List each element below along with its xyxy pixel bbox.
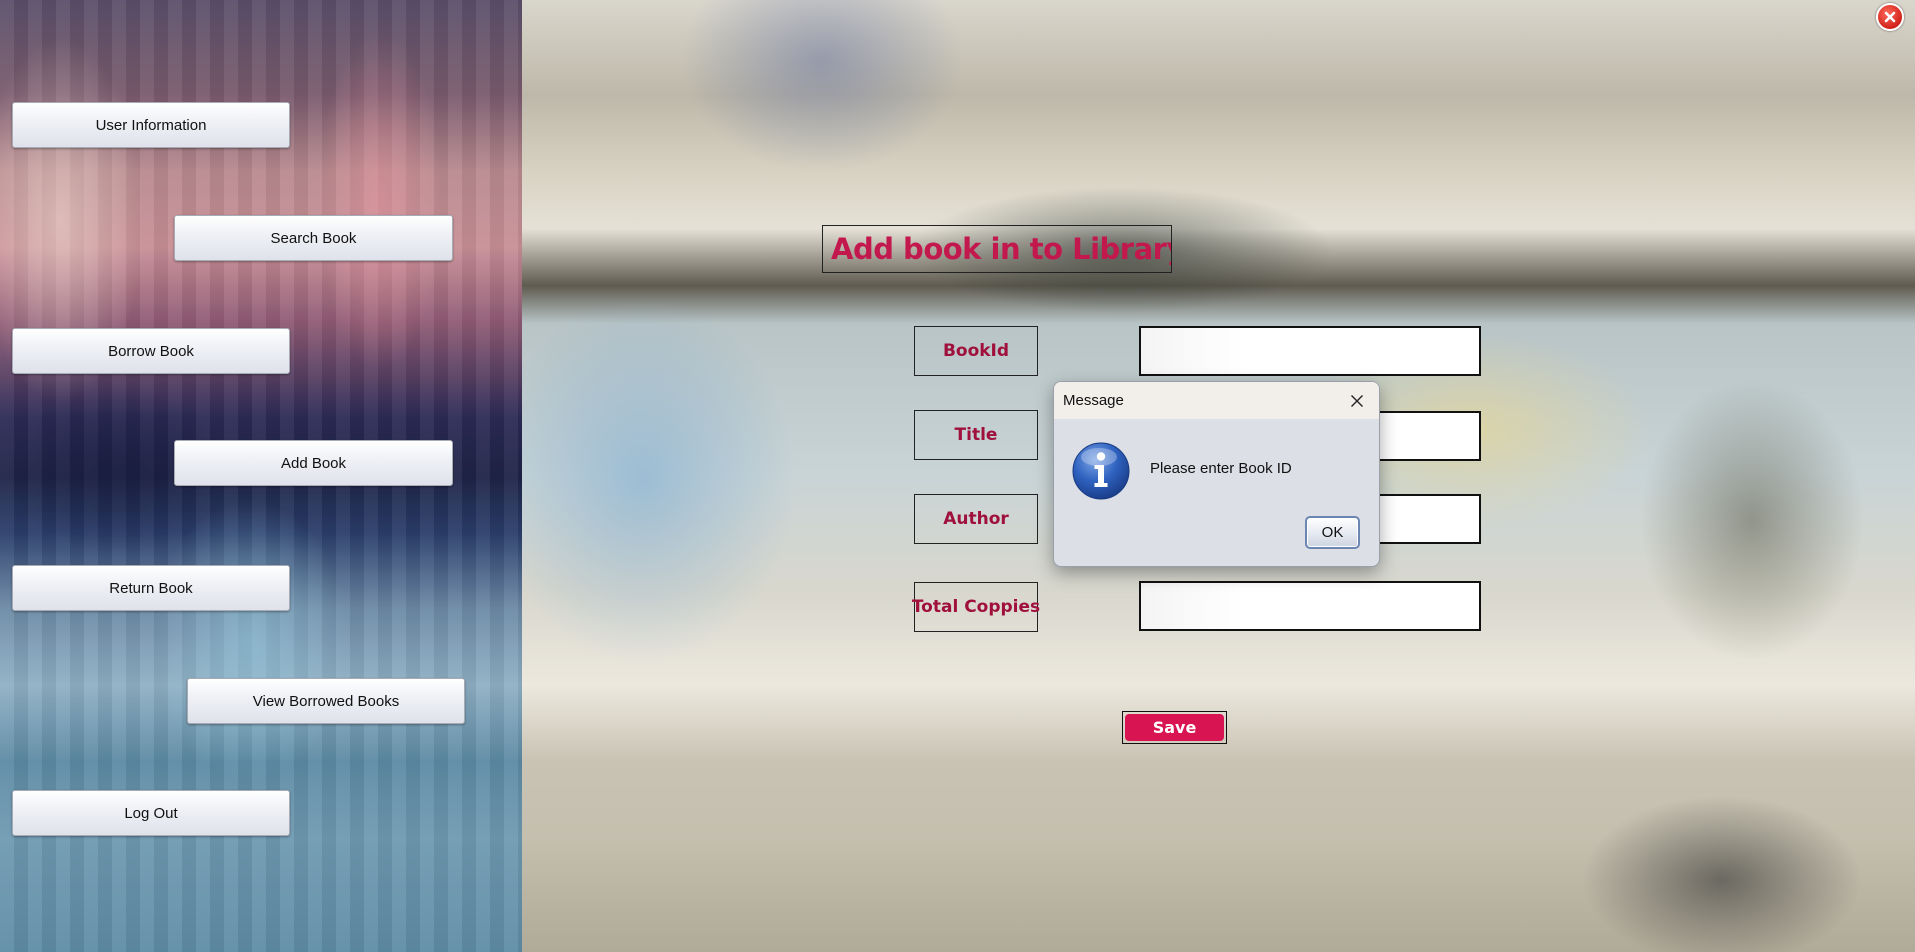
author-label: Author: [914, 494, 1038, 544]
save-button[interactable]: Save: [1122, 711, 1227, 744]
view-borrowed-books-button[interactable]: View Borrowed Books: [187, 678, 465, 724]
dialog-title: Message: [1063, 392, 1124, 409]
total-copies-input[interactable]: [1139, 581, 1481, 631]
close-icon: [1351, 394, 1363, 407]
user-information-button[interactable]: User Information: [12, 102, 290, 148]
sidebar-panel: User Information Search Book Borrow Book…: [0, 0, 522, 952]
bookid-input[interactable]: [1139, 326, 1481, 376]
log-out-button[interactable]: Log Out: [12, 790, 290, 836]
add-book-button[interactable]: Add Book: [174, 440, 453, 486]
borrow-book-button[interactable]: Borrow Book: [12, 328, 290, 374]
dialog-titlebar: Message: [1054, 382, 1379, 419]
info-icon: [1072, 442, 1130, 500]
dialog-close-button[interactable]: [1345, 389, 1369, 413]
search-book-button[interactable]: Search Book: [174, 215, 453, 261]
close-app-button[interactable]: [1876, 3, 1904, 31]
total-copies-label: Total Coppies: [912, 582, 1040, 632]
close-icon: [1884, 11, 1896, 23]
page-title: Add book in to Library..: [822, 225, 1172, 273]
title-label: Title: [914, 410, 1038, 460]
save-button-label: Save: [1125, 714, 1224, 741]
message-dialog: Message Please enter Book ID OK: [1053, 381, 1380, 567]
dialog-message: Please enter Book ID: [1150, 460, 1292, 477]
ok-button[interactable]: OK: [1305, 516, 1360, 549]
bookid-label: BookId: [914, 326, 1038, 376]
return-book-button[interactable]: Return Book: [12, 565, 290, 611]
